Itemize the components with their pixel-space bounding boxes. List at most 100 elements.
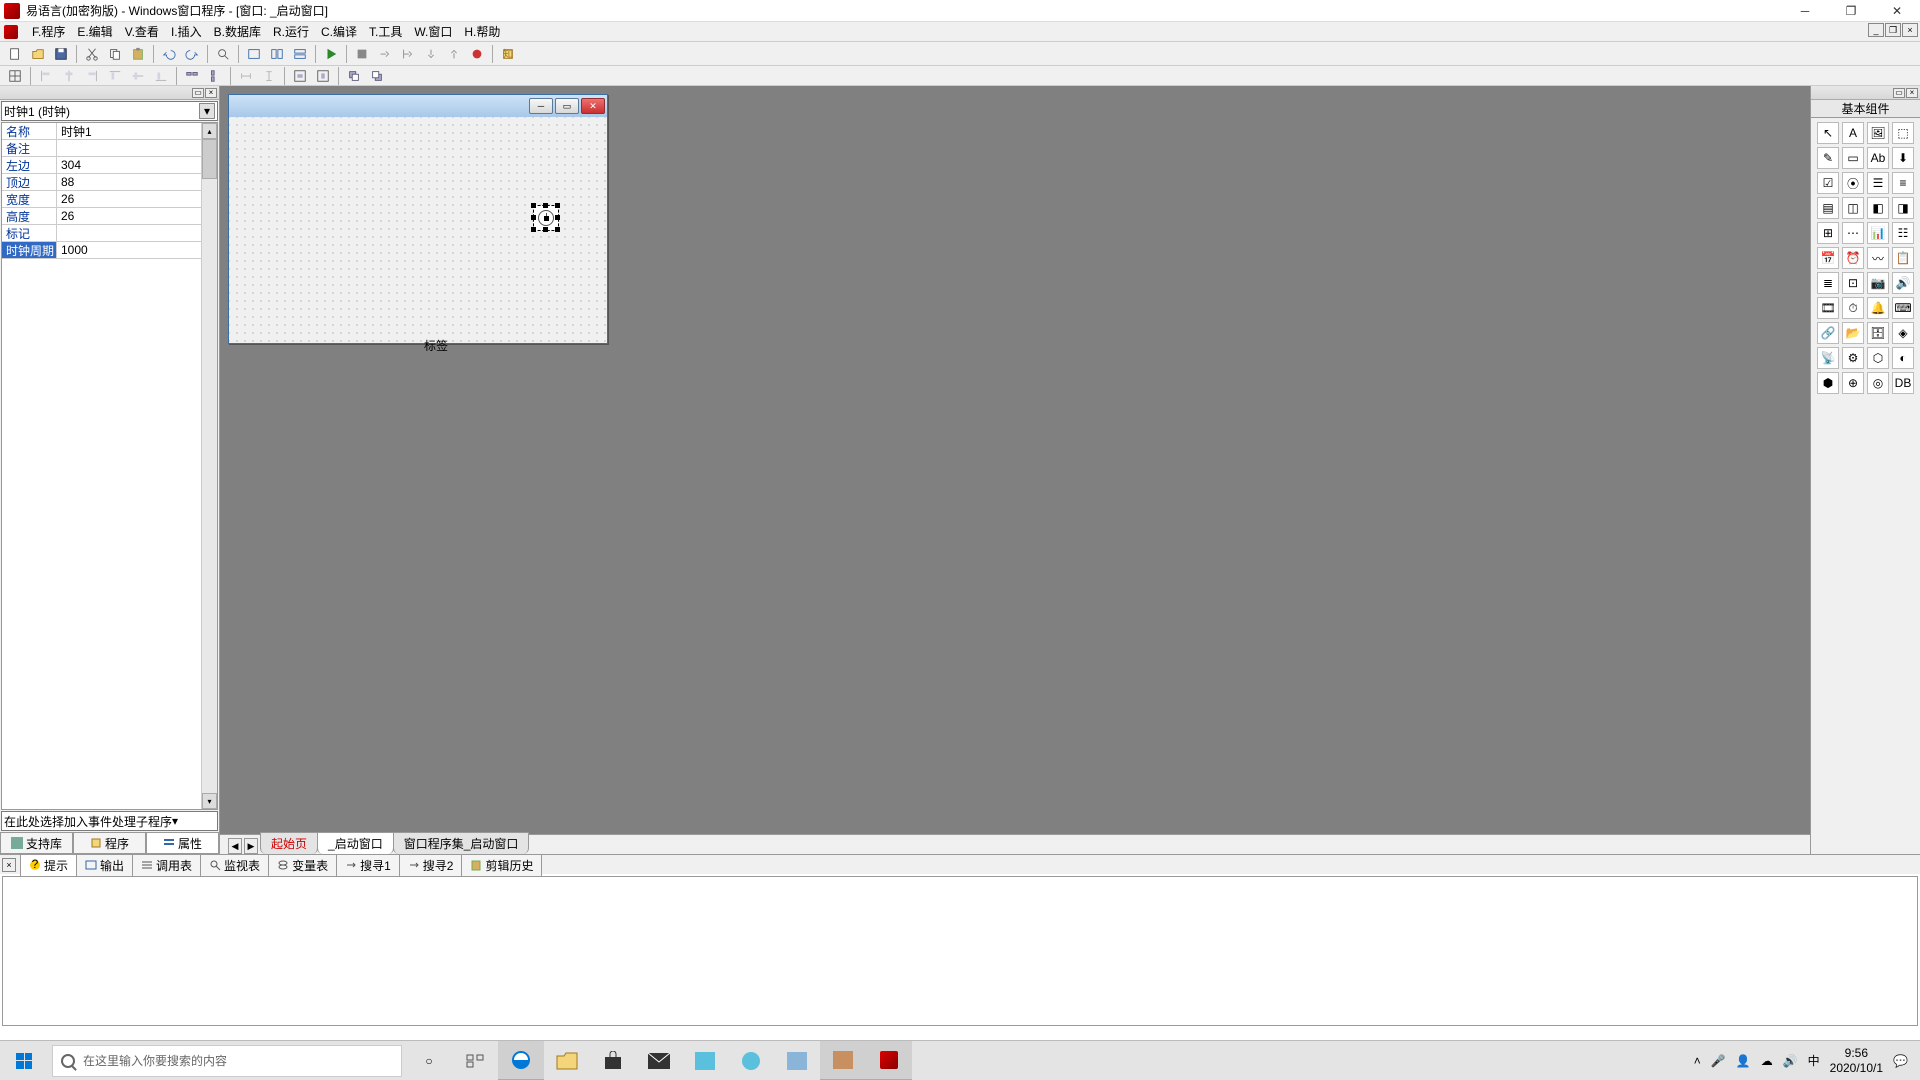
al-centerv[interactable]: [312, 66, 334, 86]
toolbox-item-43[interactable]: DB: [1892, 372, 1914, 394]
toolbox-item-40[interactable]: ⬢: [1817, 372, 1839, 394]
component-selector[interactable]: 时钟1 (时钟) ▾: [1, 101, 218, 121]
toolbox-item-33[interactable]: 📂: [1842, 322, 1864, 344]
prop-value[interactable]: [57, 225, 217, 241]
doc-tab-next[interactable]: ▶: [244, 838, 258, 854]
btab-cliphistory[interactable]: 剪辑历史: [461, 854, 542, 876]
prop-row-高度[interactable]: 高度26: [2, 208, 217, 225]
btab-calltable[interactable]: 调用表: [132, 854, 201, 876]
tb-step4[interactable]: [443, 44, 465, 64]
prop-row-名称[interactable]: 名称时钟1: [2, 123, 217, 140]
task-app3[interactable]: [774, 1041, 820, 1080]
prop-row-时钟周期[interactable]: 时钟周期1000: [2, 242, 217, 259]
property-grid[interactable]: 名称时钟1备注左边304顶边88宽度26高度26标记时钟周期1000 ▴ ▾: [1, 122, 218, 810]
tray-mic-icon[interactable]: 🎤: [1711, 1054, 1726, 1068]
tb-open[interactable]: [27, 44, 49, 64]
toolbox-item-32[interactable]: 🔗: [1817, 322, 1839, 344]
toolbox-item-35[interactable]: ◈: [1892, 322, 1914, 344]
form-close[interactable]: ✕: [581, 98, 605, 114]
toolbox-item-41[interactable]: ⊕: [1842, 372, 1864, 394]
task-app2[interactable]: [728, 1041, 774, 1080]
btab-watch[interactable]: 监视表: [200, 854, 269, 876]
toolbox-item-14[interactable]: ◧: [1867, 197, 1889, 219]
doc-tab-window[interactable]: _启动窗口: [317, 832, 394, 854]
btab-search2[interactable]: 搜寻2: [399, 854, 463, 876]
task-store[interactable]: [590, 1041, 636, 1080]
toolbox-close[interactable]: ×: [1906, 88, 1918, 98]
tb-step1[interactable]: [374, 44, 396, 64]
task-mail[interactable]: [636, 1041, 682, 1080]
toolbox-item-36[interactable]: 📡: [1817, 347, 1839, 369]
tray-volume-icon[interactable]: 🔊: [1783, 1054, 1798, 1068]
form-maximize[interactable]: ▭: [555, 98, 579, 114]
toolbox-item-18[interactable]: 📊: [1867, 222, 1889, 244]
tab-support-lib[interactable]: 支持库: [0, 833, 73, 854]
prop-value[interactable]: 时钟1: [57, 123, 217, 139]
menu-window[interactable]: W.窗口: [408, 21, 458, 42]
prop-row-备注[interactable]: 备注: [2, 140, 217, 157]
toolbox-item-38[interactable]: ⬡: [1867, 347, 1889, 369]
tab-properties[interactable]: 属性: [146, 833, 219, 854]
task-cortana[interactable]: ○: [406, 1041, 452, 1080]
toolbox-item-15[interactable]: ◨: [1892, 197, 1914, 219]
toolbox-item-3[interactable]: ⬚: [1892, 122, 1914, 144]
toolbox-item-22[interactable]: 〰: [1867, 247, 1889, 269]
al-vcenter[interactable]: [127, 66, 149, 86]
prop-row-顶边[interactable]: 顶边88: [2, 174, 217, 191]
tb-undo[interactable]: [158, 44, 180, 64]
toolbox-item-27[interactable]: 🔊: [1892, 272, 1914, 294]
toolbox-item-20[interactable]: 📅: [1817, 247, 1839, 269]
tray-onedrive-icon[interactable]: ☁: [1761, 1054, 1773, 1068]
tb-breakpoint[interactable]: [466, 44, 488, 64]
toolbox-item-28[interactable]: 🎞: [1817, 297, 1839, 319]
prop-value[interactable]: 26: [57, 208, 217, 224]
toolbox-item-6[interactable]: Ab: [1867, 147, 1889, 169]
tb-cut[interactable]: [81, 44, 103, 64]
toolbox-item-5[interactable]: ▭: [1842, 147, 1864, 169]
property-scrollbar[interactable]: ▴ ▾: [201, 123, 217, 809]
tb-find[interactable]: [212, 44, 234, 64]
minimize-button[interactable]: ─: [1782, 0, 1828, 22]
mdi-close[interactable]: ×: [1902, 23, 1918, 37]
toolbox-item-39[interactable]: ◐: [1892, 347, 1914, 369]
tb-run[interactable]: [320, 44, 342, 64]
close-button[interactable]: ✕: [1874, 0, 1920, 22]
label-component[interactable]: 标签: [424, 337, 448, 354]
al-vspace[interactable]: [258, 66, 280, 86]
task-edge[interactable]: [498, 1041, 544, 1080]
mdi-restore[interactable]: ❐: [1885, 23, 1901, 37]
task-view[interactable]: [452, 1041, 498, 1080]
toolbox-item-8[interactable]: ☑: [1817, 172, 1839, 194]
al-right[interactable]: [81, 66, 103, 86]
menu-run[interactable]: R.运行: [267, 21, 315, 42]
maximize-button[interactable]: ❐: [1828, 0, 1874, 22]
doc-tab-start[interactable]: 起始页: [260, 832, 318, 854]
toolbox-item-37[interactable]: ⚙: [1842, 347, 1864, 369]
tb-knowledge[interactable]: 知: [497, 44, 519, 64]
tb-stop[interactable]: [351, 44, 373, 64]
menu-view[interactable]: V.查看: [119, 21, 165, 42]
toolbox-item-13[interactable]: ◫: [1842, 197, 1864, 219]
toolbox-item-34[interactable]: 🗄: [1867, 322, 1889, 344]
al-hspace[interactable]: [235, 66, 257, 86]
doc-tab-prev[interactable]: ◀: [228, 838, 242, 854]
tray-clock[interactable]: 9:56 2020/10/1: [1830, 1046, 1883, 1075]
tb-save[interactable]: [50, 44, 72, 64]
tb-copy[interactable]: [104, 44, 126, 64]
prop-value[interactable]: 88: [57, 174, 217, 190]
btab-output[interactable]: 输出: [76, 854, 133, 876]
task-explorer[interactable]: [544, 1041, 590, 1080]
tb-step3[interactable]: [420, 44, 442, 64]
al-centerh[interactable]: [289, 66, 311, 86]
toolbox-item-29[interactable]: ⏱: [1842, 297, 1864, 319]
tray-expand[interactable]: ˄: [1694, 1054, 1701, 1068]
toolbox-item-26[interactable]: 📷: [1867, 272, 1889, 294]
scroll-down[interactable]: ▾: [202, 793, 217, 809]
toolbox-item-7[interactable]: ⬇: [1892, 147, 1914, 169]
menu-program[interactable]: F.程序: [26, 21, 71, 42]
toolbox-item-2[interactable]: 🖼: [1867, 122, 1889, 144]
toolbox-item-21[interactable]: ⏰: [1842, 247, 1864, 269]
task-app4[interactable]: [820, 1041, 866, 1080]
design-area[interactable]: ─ ▭ ✕ 标签: [220, 86, 1810, 834]
doc-tab-assembly[interactable]: 窗口程序集_启动窗口: [393, 832, 530, 854]
